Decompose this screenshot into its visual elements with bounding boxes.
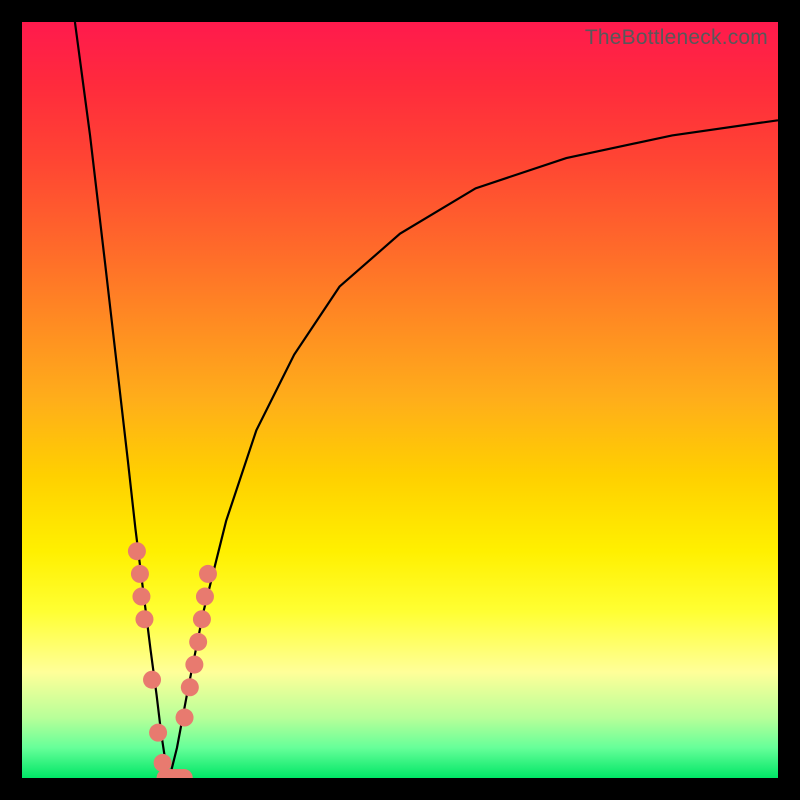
data-point	[132, 588, 150, 606]
data-point	[135, 610, 153, 628]
right-branch-curve	[169, 120, 778, 778]
data-point	[149, 724, 167, 742]
right-markers	[176, 565, 217, 727]
data-point	[199, 565, 217, 583]
data-point	[143, 671, 161, 689]
data-point	[176, 709, 194, 727]
plot-area: TheBottleneck.com	[22, 22, 778, 778]
data-point	[181, 678, 199, 696]
chart-frame: TheBottleneck.com	[0, 0, 800, 800]
data-point	[131, 565, 149, 583]
data-point	[185, 656, 203, 674]
chart-svg	[22, 22, 778, 778]
left-branch-curve	[75, 22, 170, 778]
data-point	[196, 588, 214, 606]
data-point	[189, 633, 207, 651]
data-point	[193, 610, 211, 628]
data-point	[128, 542, 146, 560]
bottom-markers	[157, 769, 193, 778]
